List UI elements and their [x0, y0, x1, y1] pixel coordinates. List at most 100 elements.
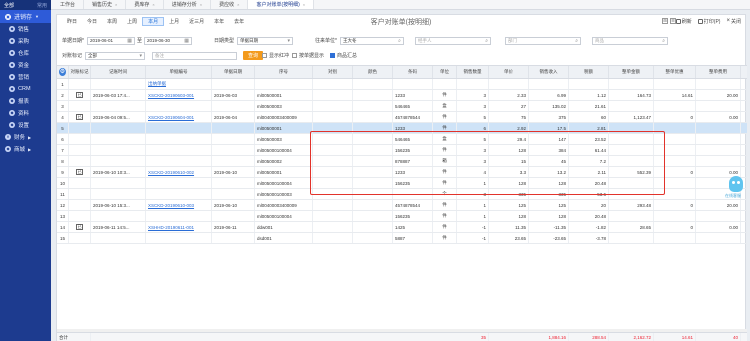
date-from-input[interactable]: 2019-06-01 ▦: [86, 36, 135, 45]
print-button[interactable]: 打印(P): [697, 18, 720, 25]
by-bill-checkbox[interactable]: 按单据显示: [292, 52, 324, 59]
bill-link[interactable]: XSCKD-20190610-003: [148, 203, 194, 208]
table-row[interactable]: 10 ml005000100004 156235 件 1 128 128 20.48: [57, 178, 747, 189]
sidebar-item-settings[interactable]: ◆ 设置: [0, 119, 51, 131]
bill-link[interactable]: XSCKD-20190604-001: [148, 115, 194, 120]
table-row[interactable]: 12 2019-06-10 15:3... XSCKD-20190610-003 20…: [57, 200, 747, 211]
table-row[interactable]: 1 出纳单据: [57, 79, 747, 90]
table-row[interactable]: 8 ml00500002 878887 箱 3 15 45 7.2: [57, 156, 747, 167]
table-row[interactable]: 9 已 2019-06-10 10:3... XSCKD-20190610-002 20…: [57, 167, 747, 178]
tab-receivable[interactable]: 费应收 ×: [211, 0, 249, 9]
bill-link[interactable]: XSCKD-20190610-002: [148, 170, 194, 175]
period-this-month[interactable]: 本月: [142, 17, 165, 26]
tab-inventory[interactable]: 费库存 ×: [126, 0, 164, 9]
cell-bill[interactable]: XSCKD-20190610-003: [146, 200, 212, 210]
close-icon[interactable]: ×: [200, 2, 202, 7]
close-icon[interactable]: ×: [115, 2, 117, 7]
table-row[interactable]: 4 已 2019-06-04 09:5... XSCKD-20190604-001 20…: [57, 112, 747, 123]
header-cell[interactable]: 整单费用: [696, 66, 741, 78]
cell-bill[interactable]: XSCKD-20190604-001: [146, 112, 212, 122]
query-button[interactable]: 查询: [243, 51, 264, 60]
goods-summary-checkbox[interactable]: 商品汇总: [330, 52, 357, 59]
tab-analysis[interactable]: 进销存分析 ×: [164, 0, 212, 9]
period-last-week[interactable]: 上周: [122, 17, 142, 26]
show-red-checkbox[interactable]: 显示红冲: [262, 52, 289, 59]
flag-select[interactable]: 全部 ▾: [85, 51, 146, 60]
sidebar-item-crm[interactable]: ◆ CRM: [0, 83, 51, 95]
goods-input[interactable]: 商品 ⌕: [592, 36, 668, 45]
close-button[interactable]: × 关闭: [726, 18, 741, 25]
bill-link[interactable]: XSCKD-20190603-001: [148, 93, 194, 98]
close-icon[interactable]: ×: [237, 2, 239, 7]
table-row[interactable]: 2 已 2019-06-03 17:4... XSCKD-20190603-001 20…: [57, 90, 747, 101]
period-last-month[interactable]: 上月: [164, 17, 184, 26]
cell-bill[interactable]: XSCKD-20190603-001: [146, 90, 212, 100]
sidebar-item-marketing[interactable]: ◆ 营销: [0, 71, 51, 83]
tab-statement[interactable]: 客户对账单(按明细) ×: [248, 0, 315, 9]
period-this-year[interactable]: 本年: [209, 17, 229, 26]
header-cell[interactable]: 税额: [569, 66, 609, 78]
table-row[interactable]: 7 ml005000100004 156235 件 3 128 384 61.44: [57, 145, 747, 156]
cell-bill[interactable]: XSHHD-20190611-001: [146, 222, 212, 232]
sidebar-group-mall[interactable]: ◆ 商城 ▶: [0, 143, 51, 155]
sidebar-item-funds[interactable]: ◆ 资金: [0, 59, 51, 71]
header-cell[interactable]: 对别: [313, 66, 353, 78]
period-three-months[interactable]: 近三月: [184, 17, 209, 26]
grid-view-icon[interactable]: ⊞: [662, 18, 668, 24]
close-icon[interactable]: ×: [303, 2, 305, 7]
period-this-week[interactable]: 本周: [102, 17, 122, 26]
header-cell[interactable]: 销售收入: [529, 66, 569, 78]
column-settings[interactable]: ⚙: [57, 66, 69, 78]
period-today[interactable]: 今日: [82, 17, 102, 26]
period-last-year[interactable]: 去年: [229, 17, 249, 26]
tab-workbench[interactable]: 工作台: [51, 0, 85, 9]
bill-link[interactable]: XSHHD-20190611-001: [148, 225, 194, 230]
header-cell[interactable]: 单价: [489, 66, 529, 78]
table-row[interactable]: 15 dsd001 5887 件 -1 23.65 -23.65 -3.78: [57, 233, 747, 244]
sidebar-tab-common[interactable]: 常用: [37, 2, 47, 9]
table-row[interactable]: 5 ml00500001 1233 件 6 2.92 17.5 2.81: [57, 123, 747, 134]
header-cell[interactable]: 对账标记: [69, 66, 91, 78]
cell-bill[interactable]: [146, 145, 212, 155]
header-cell[interactable]: 销售数量: [457, 66, 489, 78]
header-cell[interactable]: 记账时间: [91, 66, 146, 78]
header-cell[interactable]: 单据编号: [146, 66, 212, 78]
refresh-button[interactable]: 刷新: [675, 18, 692, 25]
sidebar-group-finance[interactable]: ¥ 财务 ▶: [0, 131, 51, 143]
bill-link[interactable]: 出纳单据: [148, 81, 166, 87]
header-cell[interactable]: 整单优惠: [654, 66, 696, 78]
customer-service-mascot[interactable]: 在线客服: [725, 176, 745, 200]
cell-bill[interactable]: [146, 156, 212, 166]
header-cell[interactable]: 整单金额: [609, 66, 654, 78]
cell-bill[interactable]: [146, 101, 212, 111]
sidebar-item-data[interactable]: ◆ 资料: [0, 107, 51, 119]
cell-bill[interactable]: [146, 123, 212, 133]
cell-bill[interactable]: 出纳单据: [146, 79, 212, 89]
sidebar-item-reports[interactable]: ◆ 报表: [0, 95, 51, 107]
cell-bill[interactable]: [146, 178, 212, 188]
header-cell[interactable]: 序号: [255, 66, 313, 78]
sidebar-item-purchase[interactable]: ◆ 采购: [0, 35, 51, 47]
header-cell[interactable]: 条码: [393, 66, 433, 78]
dept-input[interactable]: 部门 ⌕: [505, 36, 581, 45]
table-row[interactable]: 13 ml005000100004 156235 件 1 128 128 20.48: [57, 211, 747, 222]
sidebar-item-warehouse[interactable]: ◆ 仓库: [0, 47, 51, 59]
cell-bill[interactable]: [146, 134, 212, 144]
table-row[interactable]: 3 ml00500003 546465 盒 3 27 135.02 21.61: [57, 101, 747, 112]
header-cell[interactable]: 单位: [433, 66, 457, 78]
cell-bill[interactable]: XSCKD-20190610-002: [146, 167, 212, 177]
cell-bill[interactable]: [146, 189, 212, 199]
sidebar-tab-all[interactable]: 全部: [4, 2, 14, 9]
person-input[interactable]: 经手人 ⌕: [415, 36, 491, 45]
header-cell[interactable]: 单据日期: [212, 66, 255, 78]
tab-sales-history[interactable]: 销售历史 ×: [84, 0, 127, 9]
cell-bill[interactable]: [146, 233, 212, 243]
sidebar-item-sales[interactable]: ◆ 销售: [0, 23, 51, 35]
header-cell[interactable]: 颜色: [353, 66, 393, 78]
date-to-input[interactable]: 2019-06-30 ▦: [143, 36, 192, 45]
table-row[interactable]: 11 ml005000100003 个 3 335 335 53.6: [57, 189, 747, 200]
period-yesterday[interactable]: 昨日: [62, 17, 82, 26]
cell-bill[interactable]: [146, 211, 212, 221]
unit-input[interactable]: 王大冬 ⌕: [339, 36, 404, 45]
sidebar-module-jxc[interactable]: ▣ 进销存 ▼: [0, 10, 51, 23]
